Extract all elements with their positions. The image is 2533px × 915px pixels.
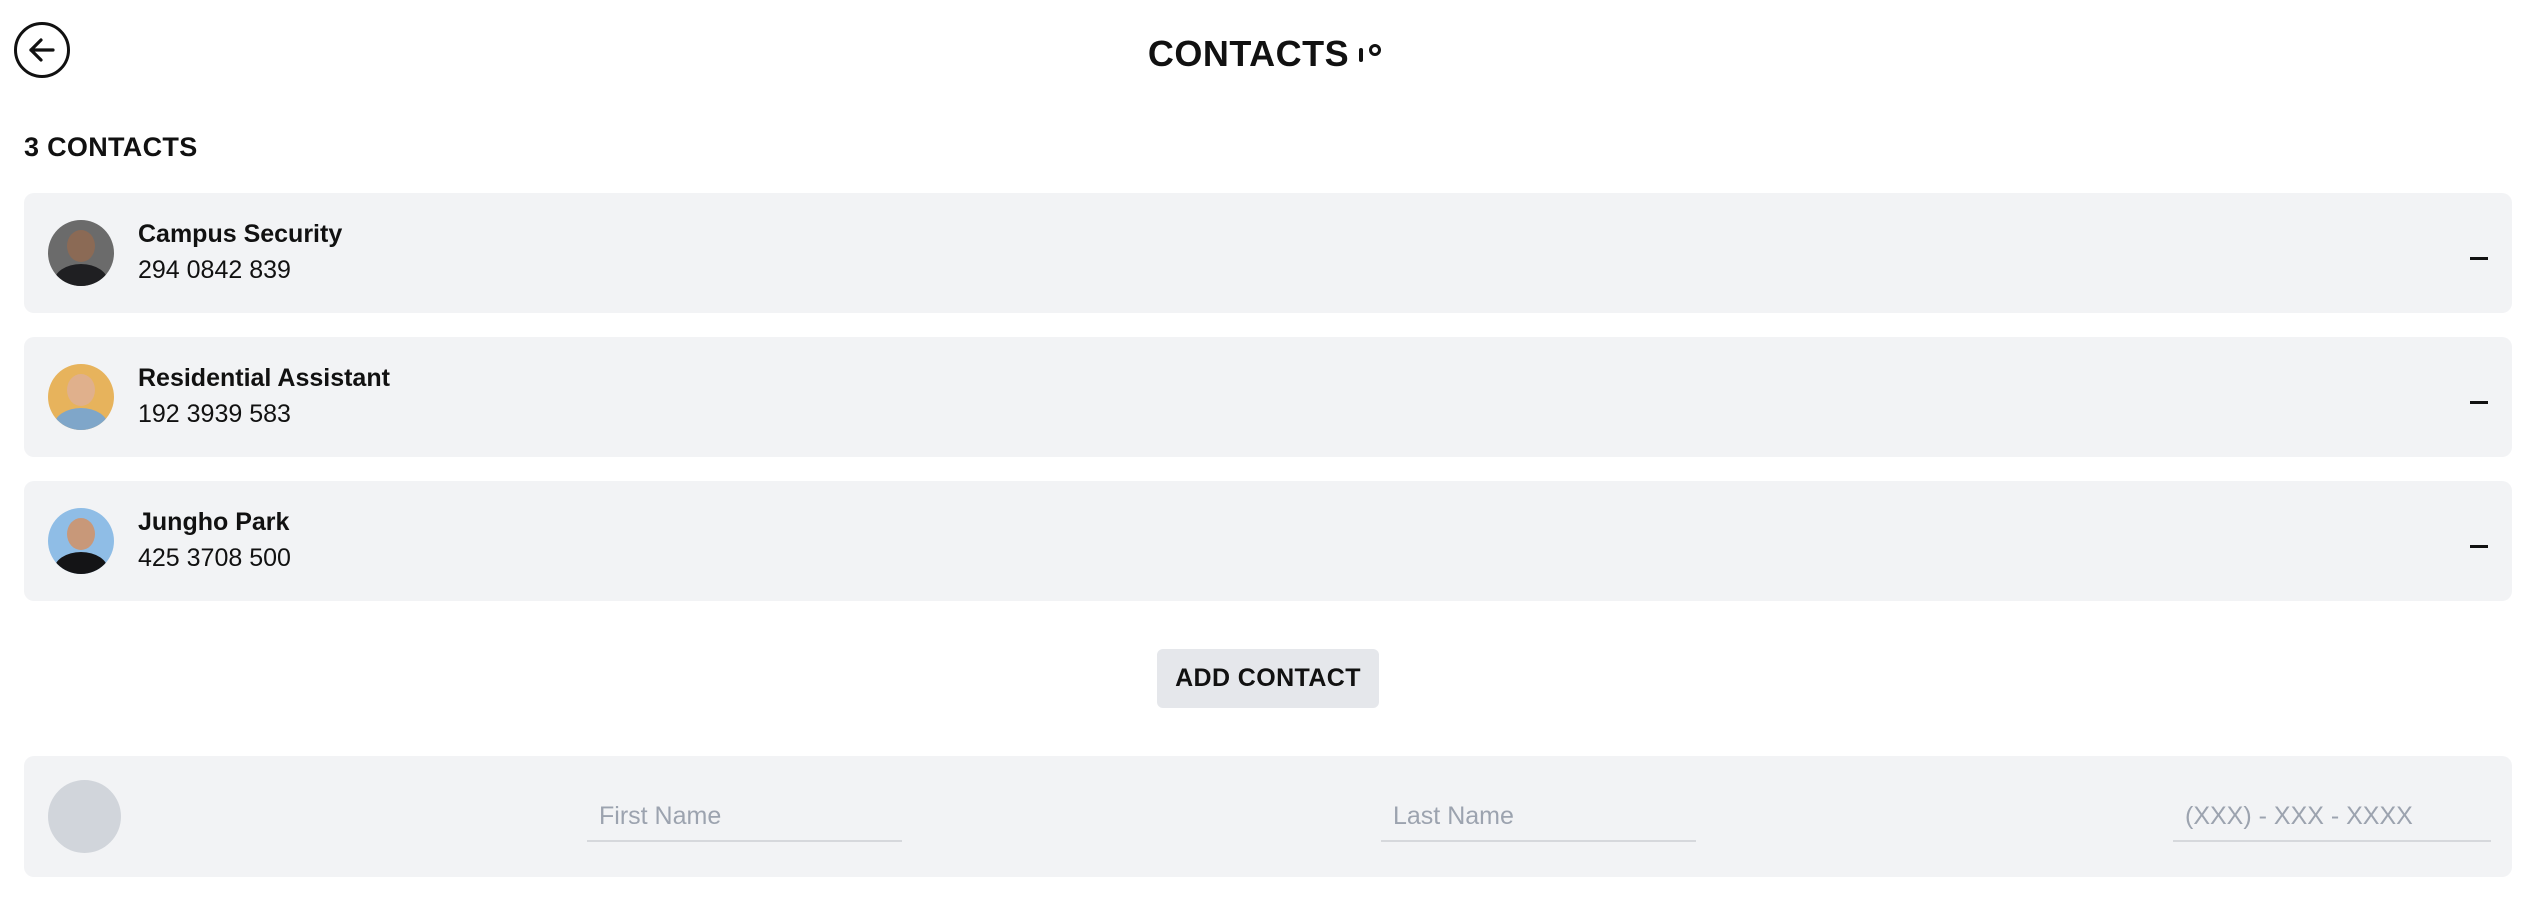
minus-icon <box>2470 257 2488 260</box>
contacts-count: 3 CONTACTS <box>24 132 198 162</box>
contact-phone: 192 3939 583 <box>138 400 291 428</box>
last-name-input[interactable] <box>1381 792 1696 842</box>
title-decoration-icon <box>1355 34 1385 64</box>
avatar-placeholder[interactable] <box>48 780 121 853</box>
new-contact-form <box>24 756 2512 877</box>
contact-phone: 294 0842 839 <box>138 256 291 284</box>
contact-row: Residential Assistant 192 3939 583 <box>24 337 2512 457</box>
avatar <box>48 364 114 430</box>
remove-contact-button[interactable] <box>2456 233 2502 279</box>
remove-contact-button[interactable] <box>2456 377 2502 423</box>
contact-row: Jungho Park 425 3708 500 <box>24 481 2512 601</box>
contacts-page: CONTACTS 3 CONTACTS Campus Security 294 … <box>0 0 2533 915</box>
add-contact-button[interactable]: ADD CONTACT <box>1157 649 1379 708</box>
header: CONTACTS <box>0 30 2533 78</box>
minus-icon <box>2470 401 2488 404</box>
avatar <box>48 508 114 574</box>
contact-name: Jungho Park <box>138 508 290 536</box>
contact-name: Residential Assistant <box>138 364 390 392</box>
avatar <box>48 220 114 286</box>
first-name-input[interactable] <box>587 792 902 842</box>
minus-icon <box>2470 545 2488 548</box>
page-title: CONTACTS <box>1147 33 1350 74</box>
remove-contact-button[interactable] <box>2456 521 2502 567</box>
phone-input[interactable] <box>2173 792 2491 842</box>
contact-phone: 425 3708 500 <box>138 544 291 572</box>
contact-name: Campus Security <box>138 220 343 248</box>
contact-row: Campus Security 294 0842 839 <box>24 193 2512 313</box>
